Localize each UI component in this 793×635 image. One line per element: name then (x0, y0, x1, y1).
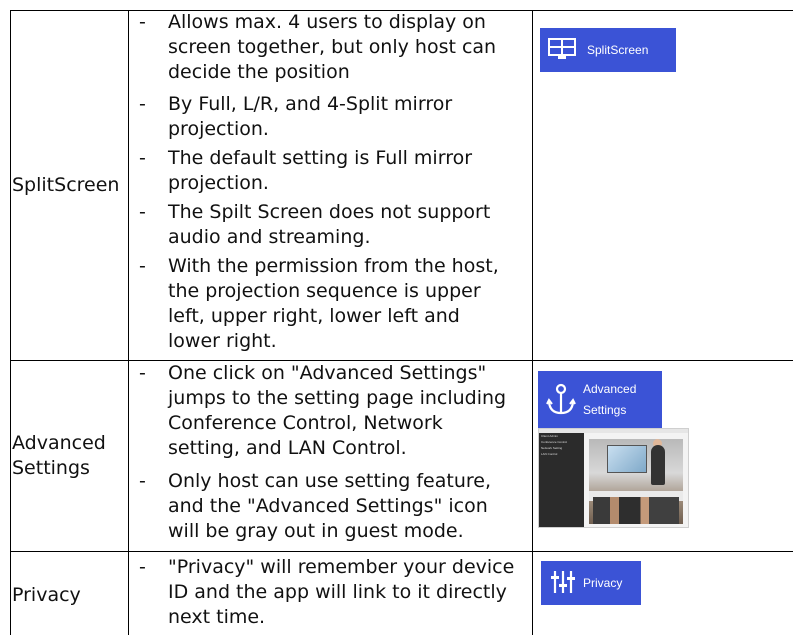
bullet-line: Only host can use setting feature, (168, 470, 491, 492)
bullet-line: One click on "Advanced Settings" (168, 362, 487, 384)
privacy-button[interactable]: Privacy (541, 561, 641, 605)
bullet-line: projection. (168, 118, 269, 140)
feature-name-splitscreen: SplitScreen (12, 174, 120, 196)
privacy-button-label: Privacy (583, 576, 623, 590)
conference-room-photo (589, 439, 683, 524)
bullet-line: The Spilt Screen does not support (168, 201, 491, 223)
bullet-line: setting, and LAN Control. (168, 437, 407, 459)
bullet-line: audio and streaming. (168, 226, 371, 248)
bullet-line: Allows max. 4 users to display on (168, 11, 486, 33)
bullet-line: ID and the app will link to it directly (168, 581, 507, 603)
bullet-line: next time. (168, 606, 266, 628)
splitscreen-button-label: SplitScreen (587, 43, 649, 57)
screenshot-menu-item: LAN Control (541, 452, 558, 456)
column-divider-1 (128, 10, 129, 635)
splitscreen-button[interactable]: SplitScreen (540, 28, 676, 72)
anchor-icon (546, 382, 576, 419)
bullet-line: the projection sequence is upper (168, 280, 481, 302)
advanced-settings-button[interactable]: Advanced Settings (538, 371, 662, 429)
bullet-line: projection. (168, 172, 269, 194)
bullet-line: decide the position (168, 61, 350, 83)
feature-name-privacy: Privacy (12, 584, 81, 606)
bullet-line: The default setting is Full mirror (168, 147, 473, 169)
screenshot-sidebar: Client Admin Conference Control Network … (539, 433, 584, 527)
bullet-line: jumps to the setting page including (168, 387, 507, 409)
bullet-line: By Full, L/R, and 4-Split mirror (168, 93, 453, 115)
row-divider-2 (10, 551, 793, 552)
bullet-line: Conference Control, Network (168, 412, 443, 434)
bullet-line: lower right. (168, 330, 277, 352)
bullet-line: screen together, but only host can (168, 36, 497, 58)
split-screen-icon (548, 37, 576, 63)
presentation-screen (607, 445, 647, 473)
feature-name-line: Settings (12, 457, 90, 479)
settings-page-screenshot: Client Admin Conference Control Network … (538, 428, 689, 528)
bullet-line: "Privacy" will remember your device (168, 556, 515, 578)
bullet-line: and the "Advanced Settings" icon (168, 495, 488, 517)
audience (593, 497, 679, 524)
presenter (651, 445, 665, 485)
feature-name-line: Advanced (12, 432, 106, 454)
bullet-line: left, upper right, lower left and (168, 305, 460, 327)
table-border-left (10, 10, 11, 635)
sliders-icon (551, 569, 575, 598)
feature-name-advanced-settings: Advanced Settings (12, 431, 106, 481)
advanced-settings-button-label: Advanced Settings (583, 382, 637, 417)
bullet-line: With the permission from the host, (168, 255, 499, 277)
bullet-line: will be gray out in guest mode. (168, 520, 464, 542)
column-divider-2 (532, 10, 533, 635)
